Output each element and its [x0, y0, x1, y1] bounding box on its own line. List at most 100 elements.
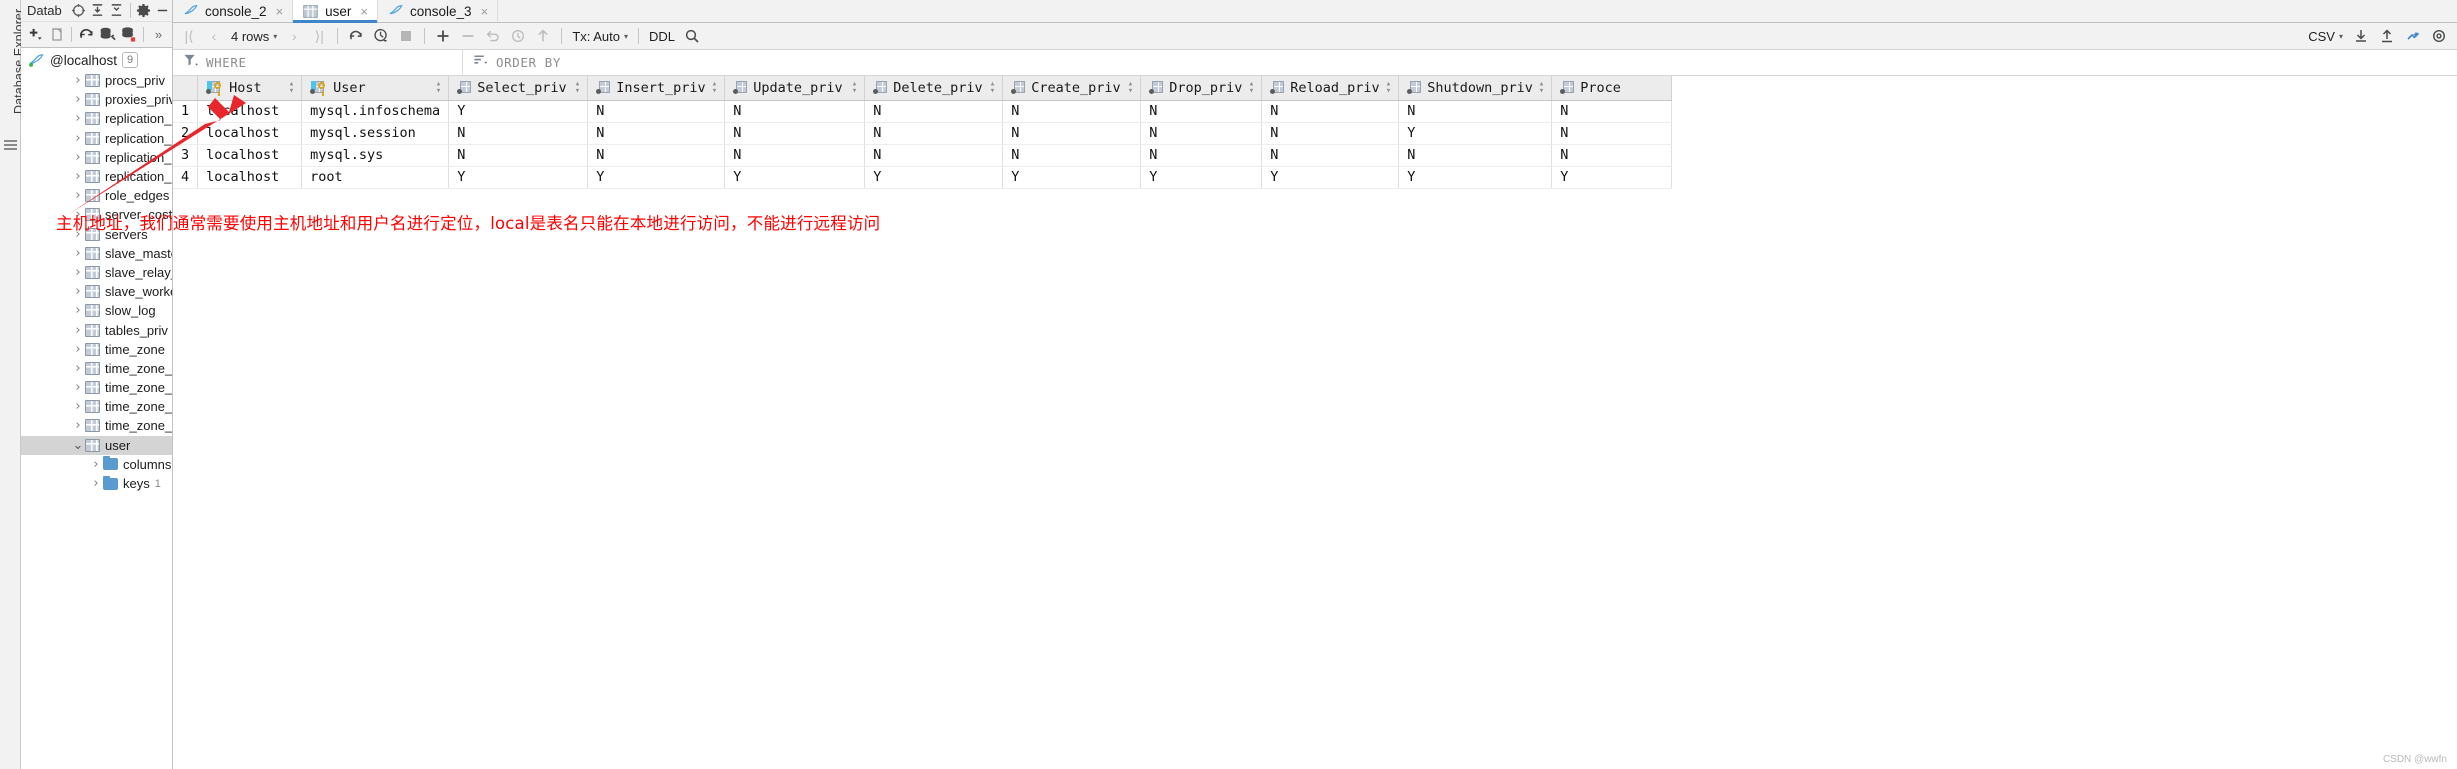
sort-arrows-icon[interactable]: ▴ ▾	[436, 79, 441, 95]
hide-panel-icon[interactable]	[154, 1, 172, 20]
chevron-right-icon[interactable]: ›	[71, 323, 85, 338]
chevron-right-icon[interactable]: ›	[71, 380, 85, 395]
tree-item-columns[interactable]: › columns	[21, 455, 172, 474]
cell-User[interactable]: mysql.infoschema	[301, 100, 450, 123]
column-header-Shutdown_priv[interactable]: Shutdown_priv ▴ ▾	[1398, 76, 1553, 101]
chevron-right-icon[interactable]: ›	[71, 361, 85, 376]
sort-icon[interactable]	[473, 53, 488, 72]
column-header-Host[interactable]: Host ▴ ▾	[197, 76, 303, 101]
column-header-Select_priv[interactable]: Select_priv ▴ ▾	[448, 76, 589, 101]
cell-Delete_priv[interactable]: N	[864, 100, 1004, 123]
add-icon[interactable]	[26, 25, 45, 44]
chevron-right-icon[interactable]: ›	[71, 418, 85, 433]
close-icon[interactable]: ×	[360, 4, 368, 19]
chevron-right-icon[interactable]: ›	[71, 150, 85, 165]
refresh-icon[interactable]	[344, 26, 368, 47]
gear-icon[interactable]	[135, 1, 153, 20]
data-source-properties-icon[interactable]	[98, 25, 117, 44]
tree-item-slave_worker[interactable]: › slave_worker	[21, 282, 172, 301]
tree-item-replication_a[interactable]: › replication_a	[21, 129, 172, 148]
tree-item-replication_g[interactable]: › replication_g	[21, 167, 172, 186]
result-grid[interactable]: Host ▴ ▾ User ▴ ▾ Select_priv ▴ ▾ Insert_priv ▴ ▾ Up…	[173, 76, 2457, 192]
tree-item-time_zone_le[interactable]: › time_zone_le	[21, 359, 172, 378]
chevron-right-icon[interactable]: ›	[71, 92, 85, 107]
export-to-file-icon[interactable]	[2349, 26, 2373, 47]
sort-arrows-icon[interactable]: ▴ ▾	[1386, 79, 1391, 95]
close-icon[interactable]: ×	[481, 4, 489, 19]
tree-item-procs_priv[interactable]: › procs_priv	[21, 71, 172, 90]
cell-Select_priv[interactable]: Y	[448, 166, 589, 189]
cell-Delete_priv[interactable]: N	[864, 144, 1004, 167]
cell-Create_priv[interactable]: N	[1002, 100, 1142, 123]
cell-User[interactable]: mysql.sys	[301, 144, 450, 167]
cell-Select_priv[interactable]: Y	[448, 100, 589, 123]
cell-Insert_priv[interactable]: N	[587, 144, 726, 167]
cell-Proce[interactable]: N	[1551, 144, 1673, 167]
cell-Proce[interactable]: N	[1551, 100, 1673, 123]
cell-Create_priv[interactable]: N	[1002, 122, 1142, 145]
cell-Host[interactable]: localhost	[197, 122, 303, 145]
cell-Select_priv[interactable]: N	[448, 122, 589, 145]
data-extractor-settings-icon[interactable]	[2401, 26, 2425, 47]
tree-item-replication_g[interactable]: › replication_g	[21, 148, 172, 167]
cell-Reload_priv[interactable]: N	[1261, 100, 1400, 123]
cell-Create_priv[interactable]: Y	[1002, 166, 1142, 189]
structure-strip-icon[interactable]	[4, 140, 17, 151]
tree-item-slave_master[interactable]: › slave_master	[21, 244, 172, 263]
table-row[interactable]: 3 localhost mysql.sys N N N N N N N N N	[173, 144, 1673, 167]
cell-Shutdown_priv[interactable]: Y	[1398, 122, 1553, 145]
last-page-icon[interactable]: ⟩|	[307, 26, 331, 47]
copy-icon[interactable]	[47, 25, 66, 44]
chevron-right-icon[interactable]: ›	[71, 73, 85, 88]
first-page-icon[interactable]: |⟨	[177, 26, 201, 47]
locate-icon[interactable]	[70, 1, 88, 20]
chevron-right-icon[interactable]: ›	[71, 169, 85, 184]
sort-arrows-icon[interactable]: ▴ ▾	[712, 79, 717, 95]
clock-history-icon[interactable]	[369, 26, 393, 47]
column-header-Insert_priv[interactable]: Insert_priv ▴ ▾	[587, 76, 726, 101]
import-icon[interactable]	[2375, 26, 2399, 47]
column-header-Proce[interactable]: Proce	[1551, 76, 1673, 101]
chevron-right-icon[interactable]: ›	[71, 111, 85, 126]
chevron-right-icon[interactable]: ›	[89, 476, 103, 491]
sort-arrows-icon[interactable]: ▴ ▾	[1539, 79, 1544, 95]
tree-item-time_zone[interactable]: › time_zone	[21, 340, 172, 359]
chevron-right-icon[interactable]: ›	[89, 457, 103, 472]
cell-Insert_priv[interactable]: N	[587, 100, 726, 123]
tree-item-role_edges[interactable]: › role_edges	[21, 186, 172, 205]
column-header-Reload_priv[interactable]: Reload_priv ▴ ▾	[1261, 76, 1400, 101]
cell-Update_priv[interactable]: N	[724, 144, 866, 167]
cell-Drop_priv[interactable]: Y	[1140, 166, 1263, 189]
cell-Shutdown_priv[interactable]: N	[1398, 144, 1553, 167]
where-filter[interactable]: WHERE	[173, 50, 462, 75]
table-row[interactable]: 4 localhost root Y Y Y Y Y Y Y Y Y	[173, 166, 1673, 189]
chevron-right-icon[interactable]: ›	[71, 131, 85, 146]
cell-Reload_priv[interactable]: N	[1261, 144, 1400, 167]
cell-User[interactable]: root	[301, 166, 450, 189]
cell-Drop_priv[interactable]: N	[1140, 100, 1263, 123]
cell-User[interactable]: mysql.session	[301, 122, 450, 145]
cell-Delete_priv[interactable]: N	[864, 122, 1004, 145]
view-options-icon[interactable]	[2427, 26, 2451, 47]
chevron-right-icon[interactable]: ›	[71, 188, 85, 203]
tree-item-tables_priv[interactable]: › tables_priv	[21, 320, 172, 339]
tree-item-user[interactable]: ⌄ user	[21, 435, 172, 455]
cell-Update_priv[interactable]: N	[724, 100, 866, 123]
table-row[interactable]: 2 localhost mysql.session N N N N N N N Y N	[173, 122, 1673, 145]
next-page-icon[interactable]: ›	[282, 26, 306, 47]
chevron-right-icon[interactable]: ›	[71, 265, 85, 280]
tree-item-time_zone_tr[interactable]: › time_zone_tr	[21, 397, 172, 416]
column-header-Create_priv[interactable]: Create_priv ▴ ▾	[1002, 76, 1142, 101]
tree-item-keys[interactable]: › keys 1	[21, 474, 172, 493]
cell-Drop_priv[interactable]: N	[1140, 122, 1263, 145]
tree-item-time_zone_tr[interactable]: › time_zone_tr	[21, 416, 172, 435]
transaction-mode-selector[interactable]: Tx: Auto ▾	[568, 29, 632, 44]
cell-Reload_priv[interactable]: N	[1261, 122, 1400, 145]
tree-item-replication_a[interactable]: › replication_a	[21, 109, 172, 128]
sort-arrows-icon[interactable]: ▴ ▾	[990, 79, 995, 95]
order-by-filter[interactable]: ORDER BY	[463, 50, 2457, 75]
tree-item-slave_relay_l[interactable]: › slave_relay_l	[21, 263, 172, 282]
cell-Proce[interactable]: N	[1551, 122, 1673, 145]
cell-Select_priv[interactable]: N	[448, 144, 589, 167]
close-icon[interactable]: ×	[276, 4, 284, 19]
